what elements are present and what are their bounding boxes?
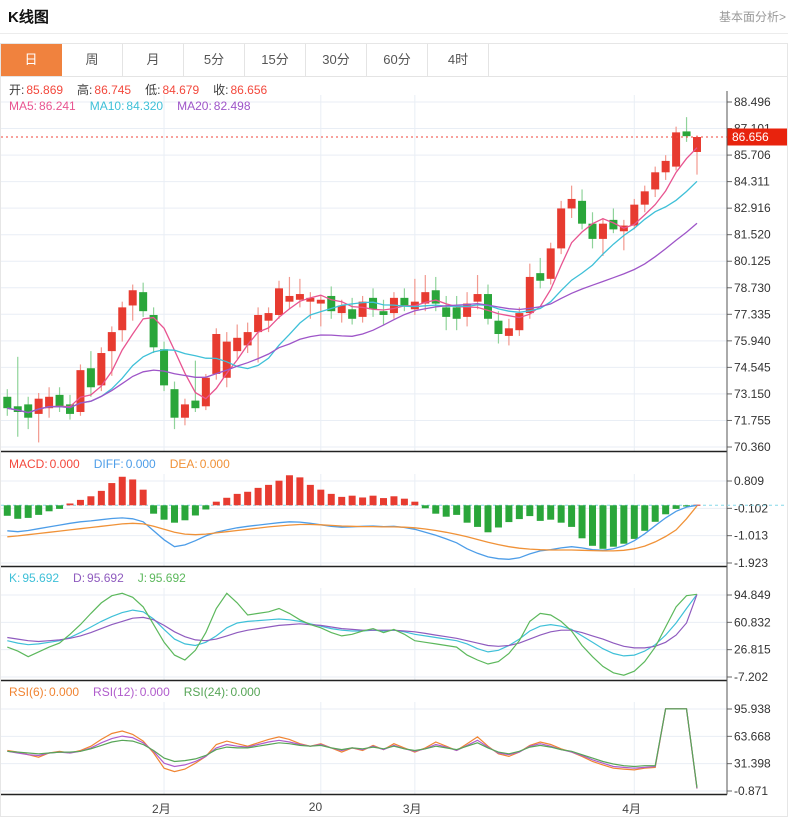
y-axis-label: 70.360 xyxy=(734,440,771,454)
y-axis-label: 31.398 xyxy=(734,757,771,771)
y-axis-label: -1.923 xyxy=(734,556,768,570)
tab-30分[interactable]: 30分 xyxy=(306,44,367,76)
y-axis-label: 60.832 xyxy=(734,615,771,629)
y-axis-label: 88.496 xyxy=(734,95,771,109)
y-axis-label: 94.849 xyxy=(734,588,771,602)
y-axis-label: 0.809 xyxy=(734,474,764,488)
y-axis-label: -0.102 xyxy=(734,501,768,515)
last-price-badge-label: 86.656 xyxy=(732,130,769,144)
chart-block: 日周月5分15分30分60分4时 开:85.869高:86.745低:84.67… xyxy=(0,43,788,817)
y-axis-label: 95.938 xyxy=(734,702,771,716)
x-axis-label: 3月 xyxy=(403,800,422,817)
y-axis-label: 63.668 xyxy=(734,729,771,743)
tab-15分[interactable]: 15分 xyxy=(245,44,306,76)
y-axis-label: 26.815 xyxy=(734,643,771,657)
tab-5分[interactable]: 5分 xyxy=(184,44,245,76)
y-axis-label: 75.940 xyxy=(734,334,771,348)
tab-月[interactable]: 月 xyxy=(123,44,184,76)
fundamental-analysis-link[interactable]: 基本面分析> xyxy=(719,8,786,25)
chart-canvas[interactable]: 88.49687.10185.70684.31182.91681.52080.1… xyxy=(1,77,787,799)
y-axis-label: 77.335 xyxy=(734,307,771,321)
y-axis-label: -7.202 xyxy=(734,670,768,684)
x-axis-label: 2月 xyxy=(152,800,171,817)
x-axis-label: 4月 xyxy=(622,800,641,817)
y-axis-label: 78.730 xyxy=(734,281,771,295)
y-axis-label: 82.916 xyxy=(734,201,771,215)
y-axis-label: 80.125 xyxy=(734,254,771,268)
y-axis-label: 85.706 xyxy=(734,148,771,162)
y-axis-label: -1.013 xyxy=(734,529,768,543)
y-axis-label: 73.150 xyxy=(734,387,771,401)
y-axis-label: 81.520 xyxy=(734,228,771,242)
y-axis-label: 71.755 xyxy=(734,413,771,427)
x-axis: 2月 20 3月 4月 xyxy=(1,799,787,816)
tab-4时[interactable]: 4时 xyxy=(428,44,489,76)
tab-60分[interactable]: 60分 xyxy=(367,44,428,76)
chart-area[interactable]: 开:85.869高:86.745低:84.679收:86.656 MA5:86.… xyxy=(1,77,787,816)
tab-日[interactable]: 日 xyxy=(1,44,62,76)
tab-bar: 日周月5分15分30分60分4时 xyxy=(1,44,787,77)
y-axis-label: -0.871 xyxy=(734,784,768,798)
y-axis-label: 84.311 xyxy=(734,175,770,189)
header: K线图 基本面分析> xyxy=(0,0,788,34)
page-title: K线图 xyxy=(8,6,49,27)
y-axis-label: 74.545 xyxy=(734,360,771,374)
x-axis-label: 20 xyxy=(309,800,322,814)
tab-周[interactable]: 周 xyxy=(62,44,123,76)
